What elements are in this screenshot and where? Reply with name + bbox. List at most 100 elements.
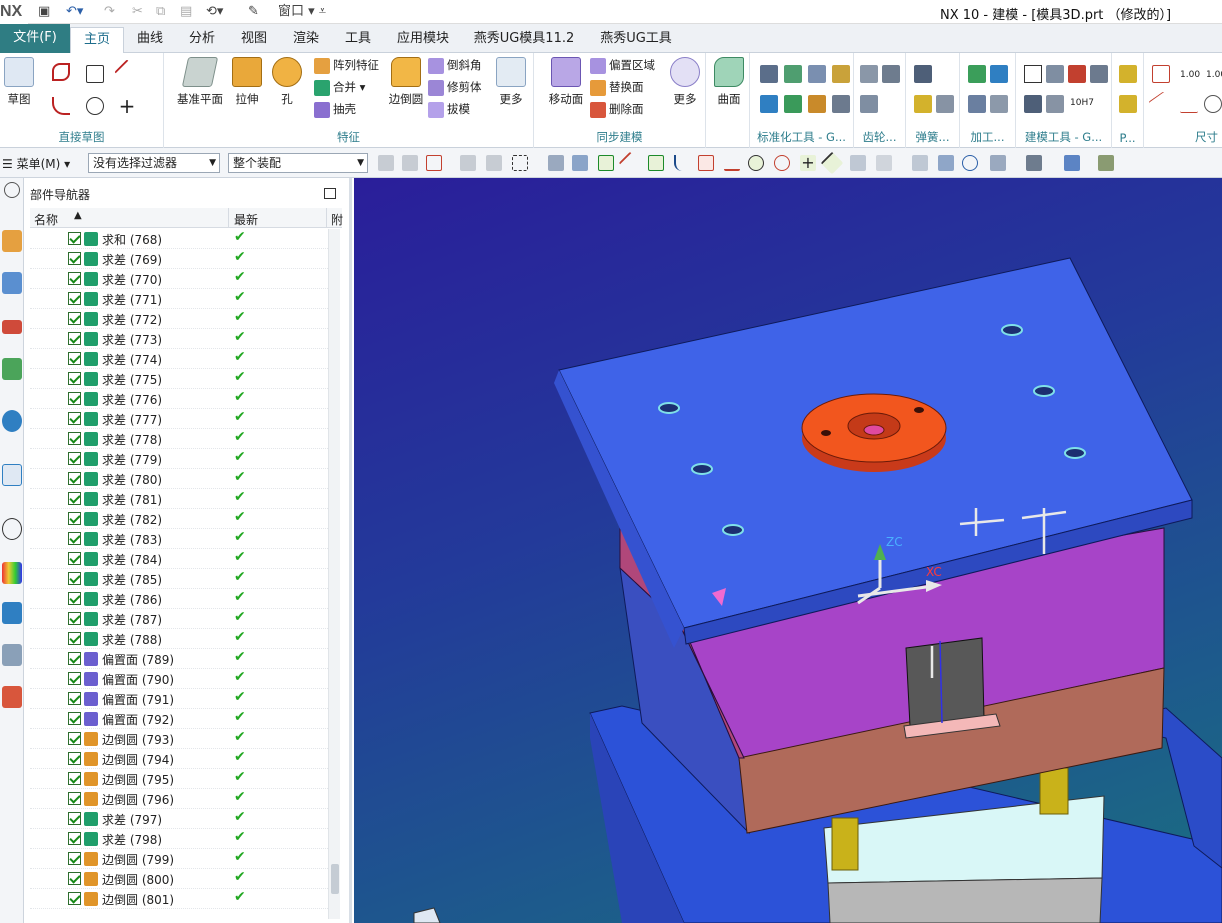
circle-icon[interactable]: [86, 97, 104, 115]
visibility-checkbox[interactable]: [68, 872, 81, 885]
chamfer-button[interactable]: 倒斜角: [428, 55, 482, 75]
dimension-tool-icon-3[interactable]: [1180, 95, 1198, 113]
visibility-checkbox[interactable]: [68, 552, 81, 565]
visibility-checkbox[interactable]: [68, 592, 81, 605]
triangle-tool-icon[interactable]: [1024, 65, 1042, 83]
visibility-checkbox[interactable]: [68, 492, 81, 505]
std-tool-icon-6[interactable]: [784, 95, 802, 113]
machining-tool-icon-4[interactable]: [990, 95, 1008, 113]
machining-tool-icon-1[interactable]: [968, 65, 986, 83]
orient-view-icon[interactable]: [990, 155, 1006, 171]
curve-snap-icon[interactable]: [674, 155, 690, 171]
snap-icon-3[interactable]: [486, 155, 502, 171]
visibility-checkbox[interactable]: [68, 472, 81, 485]
type-filter-dropdown[interactable]: 没有选择过滤器 ▼: [88, 153, 220, 173]
repeat-command-icon[interactable]: ⟲▾: [206, 3, 223, 21]
feature-row[interactable]: 边倒圆 (795) ✔: [30, 769, 332, 789]
insert-block[interactable]: [905, 637, 985, 727]
visibility-checkbox[interactable]: [68, 432, 81, 445]
clock-icon[interactable]: [2, 518, 22, 540]
window-menu[interactable]: 窗口 ▾ ⩡: [278, 3, 326, 21]
center-snap-icon[interactable]: [748, 155, 764, 171]
std-tool-icon-2[interactable]: [784, 65, 802, 83]
sketch-button[interactable]: 草图: [2, 57, 36, 107]
visibility-checkbox[interactable]: [68, 392, 81, 405]
feature-row[interactable]: 偏置面 (790) ✔: [30, 669, 332, 689]
feature-row[interactable]: 求差 (798) ✔: [30, 829, 332, 849]
gear-tool-icon-1[interactable]: [860, 65, 878, 83]
support-pillar-right[interactable]: [1039, 767, 1069, 815]
constraint-navigator-icon[interactable]: [2, 272, 22, 294]
tab-yanxiu-mold[interactable]: 燕秀UG模具11.2: [468, 27, 580, 53]
point-icon[interactable]: +: [118, 96, 136, 116]
arc-center-snap-icon[interactable]: [724, 155, 740, 171]
touch-mode-icon[interactable]: ✎: [248, 3, 259, 21]
save-icon[interactable]: ▣: [38, 3, 50, 21]
feature-row[interactable]: 求和 (768) ✔: [30, 229, 332, 249]
maximize-icon[interactable]: [324, 188, 336, 199]
line-icon[interactable]: [114, 59, 140, 85]
tab-analysis[interactable]: 分析: [180, 27, 224, 53]
column-name[interactable]: 名称: [34, 211, 58, 228]
view-triad-icon[interactable]: [413, 907, 441, 923]
machining-tool-icon-2[interactable]: [990, 65, 1008, 83]
visibility-checkbox[interactable]: [68, 572, 81, 585]
face-select-icon[interactable]: [548, 155, 564, 171]
visibility-checkbox[interactable]: [68, 612, 81, 625]
body-select-icon[interactable]: [572, 155, 588, 171]
menu-button[interactable]: ☰ 菜单(M) ▾: [2, 155, 70, 172]
zoom-icon[interactable]: [938, 155, 954, 171]
visibility-checkbox[interactable]: [68, 832, 81, 845]
web-browser-icon[interactable]: [2, 410, 22, 432]
std-tool-icon-5[interactable]: [760, 95, 778, 113]
display-options-icon[interactable]: [1098, 155, 1114, 171]
surface-button[interactable]: 曲面: [712, 57, 746, 107]
visibility-checkbox[interactable]: [68, 312, 81, 325]
box-select-icon[interactable]: [512, 155, 528, 171]
feature-row[interactable]: 偏置面 (789) ✔: [30, 649, 332, 669]
tab-yanxiu-tools[interactable]: 燕秀UG工具: [592, 27, 680, 53]
trim-body-button[interactable]: 修剪体: [428, 77, 482, 97]
visibility-checkbox[interactable]: [68, 892, 81, 905]
replace-face-button[interactable]: 替换面: [590, 77, 644, 97]
rectangle-icon[interactable]: [86, 65, 104, 83]
feature-row[interactable]: 边倒圆 (793) ✔: [30, 729, 332, 749]
tab-home[interactable]: 主页: [70, 27, 124, 53]
feature-row[interactable]: 求差 (783) ✔: [30, 529, 332, 549]
gear-tool-icon-2[interactable]: [882, 65, 900, 83]
build-tool-icon-4[interactable]: [1090, 65, 1108, 83]
graphics-viewport[interactable]: ZC XC: [354, 178, 1222, 923]
system-scene-icon[interactable]: [2, 644, 22, 666]
visibility-checkbox[interactable]: [68, 532, 81, 545]
feature-row[interactable]: 求差 (782) ✔: [30, 509, 332, 529]
more-sync-button[interactable]: 更多: [668, 57, 702, 107]
rotate-icon[interactable]: [962, 155, 978, 171]
copy-icon[interactable]: ⧉: [156, 3, 165, 21]
gear-tool-icon-3[interactable]: [860, 95, 878, 113]
scrollbar-thumb[interactable]: [331, 864, 339, 894]
spline-icon[interactable]: [52, 63, 70, 81]
dimension-value-2[interactable]: 1.00: [1206, 65, 1222, 85]
visibility-checkbox[interactable]: [68, 292, 81, 305]
feature-row[interactable]: 求差 (788) ✔: [30, 629, 332, 649]
tab-applications[interactable]: 应用模块: [390, 27, 456, 53]
feature-row[interactable]: 边倒圆 (800) ✔: [30, 869, 332, 889]
spring-tool-icon-1[interactable]: [914, 65, 932, 83]
paste-icon[interactable]: ▤: [180, 3, 192, 21]
mold-model[interactable]: ZC XC: [354, 178, 1222, 923]
feature-row[interactable]: 边倒圆 (799) ✔: [30, 849, 332, 869]
support-pillar-left[interactable]: [831, 817, 859, 871]
delete-face-button[interactable]: 删除面: [590, 99, 644, 119]
dimension-tool-icon-1[interactable]: [1152, 65, 1170, 83]
feature-row[interactable]: 求差 (780) ✔: [30, 469, 332, 489]
visibility-checkbox[interactable]: [68, 712, 81, 725]
endpoint-snap-icon[interactable]: [598, 155, 614, 171]
dimension-value-1[interactable]: 1.00: [1180, 65, 1200, 85]
feature-row[interactable]: 边倒圆 (801) ✔: [30, 889, 332, 909]
point-snap-icon[interactable]: +: [800, 155, 816, 171]
visibility-checkbox[interactable]: [68, 352, 81, 365]
feature-row[interactable]: 求差 (787) ✔: [30, 609, 332, 629]
feature-row[interactable]: 求差 (769) ✔: [30, 249, 332, 269]
std-tool-icon-8[interactable]: [832, 95, 850, 113]
spring-tool-icon-2[interactable]: [914, 95, 932, 113]
